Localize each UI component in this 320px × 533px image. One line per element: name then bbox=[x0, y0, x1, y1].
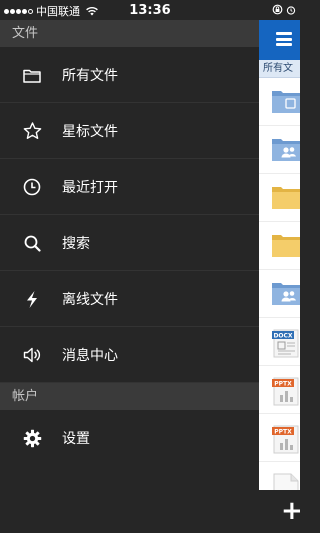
section-header-account: 帐户 bbox=[0, 383, 259, 410]
menu-item-label: 搜索 bbox=[62, 235, 90, 252]
docx-file-icon: DOCX bbox=[272, 329, 299, 358]
content-navbar bbox=[259, 20, 300, 60]
pptx-file-icon: PPTX bbox=[272, 377, 299, 406]
menu-item-label: 所有文件 bbox=[62, 67, 118, 84]
menu-item-messages[interactable]: 消息中心 bbox=[0, 327, 259, 383]
content-title: 所有文 bbox=[259, 60, 300, 78]
file-row[interactable] bbox=[259, 78, 300, 126]
pptx-file-icon: PPTX bbox=[272, 425, 299, 454]
shared-folder-icon bbox=[272, 283, 300, 305]
pptx-badge: PPTX bbox=[274, 381, 292, 388]
file-row[interactable] bbox=[259, 270, 300, 318]
shared-folder-icon bbox=[272, 139, 300, 161]
menu-item-recent[interactable]: 最近打开 bbox=[0, 159, 259, 215]
menu-item-search[interactable]: 搜索 bbox=[0, 215, 259, 271]
clock-icon bbox=[22, 177, 42, 197]
menu-item-starred[interactable]: 星标文件 bbox=[0, 103, 259, 159]
main-content-peek[interactable]: 所有文 DOCX PPTX PPTX + bbox=[259, 20, 300, 533]
menu-item-offline[interactable]: 离线文件 bbox=[0, 271, 259, 327]
folder-icon bbox=[272, 187, 300, 209]
content-toolbar: + bbox=[259, 490, 300, 533]
menu-item-label: 设置 bbox=[62, 431, 90, 447]
plus-icon[interactable]: + bbox=[281, 498, 300, 524]
docx-badge: DOCX bbox=[273, 333, 292, 340]
lightning-icon bbox=[22, 289, 42, 309]
status-bar: 中国联通 13:36 bbox=[0, 0, 300, 20]
file-row[interactable] bbox=[259, 126, 300, 174]
menu-item-label: 星标文件 bbox=[62, 123, 118, 140]
speaker-icon bbox=[22, 345, 42, 365]
folder-icon bbox=[22, 65, 42, 85]
file-row[interactable]: PPTX bbox=[259, 366, 300, 414]
menu-item-label: 最近打开 bbox=[62, 179, 118, 196]
special-folder-icon bbox=[272, 91, 300, 113]
pptx-badge: PPTX bbox=[274, 429, 292, 436]
navigation-drawer: 文件 所有文件 星标文件 最近打开 搜索 离线文件 消息中心 帐户 设置 bbox=[0, 20, 259, 533]
hamburger-menu-icon[interactable] bbox=[276, 32, 292, 46]
menu-item-settings[interactable]: 设置 bbox=[0, 410, 259, 466]
menu-item-label: 离线文件 bbox=[62, 291, 118, 308]
section-header-files: 文件 bbox=[0, 20, 259, 47]
file-row[interactable] bbox=[259, 174, 300, 222]
folder-icon bbox=[272, 235, 300, 257]
file-row[interactable]: PPTX bbox=[259, 414, 300, 462]
status-time: 13:36 bbox=[129, 3, 171, 18]
file-row[interactable] bbox=[259, 222, 300, 270]
alarm-icon bbox=[286, 5, 296, 15]
star-icon bbox=[22, 121, 42, 141]
search-icon bbox=[22, 233, 42, 253]
rotation-lock-icon bbox=[272, 4, 283, 15]
menu-item-all-files[interactable]: 所有文件 bbox=[0, 47, 259, 103]
gear-icon bbox=[22, 428, 42, 448]
menu-item-label: 消息中心 bbox=[62, 347, 118, 364]
file-row[interactable]: DOCX bbox=[259, 318, 300, 366]
status-right bbox=[272, 4, 296, 15]
